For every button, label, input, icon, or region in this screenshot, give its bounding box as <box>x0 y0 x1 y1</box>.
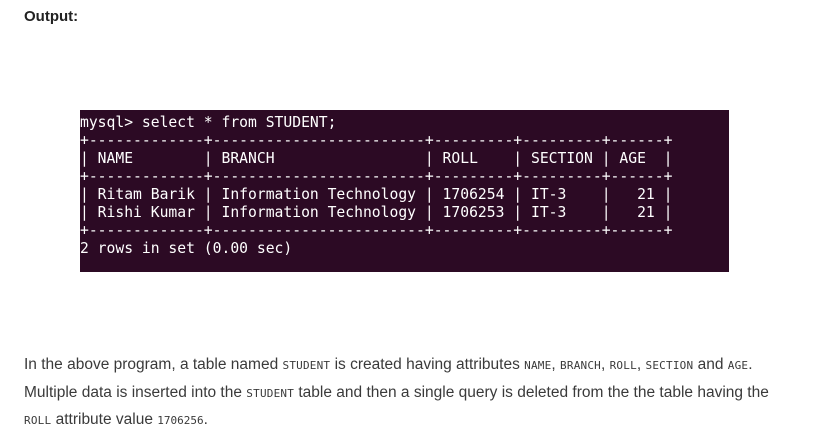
table-row: | Rishi Kumar | Information Technology |… <box>80 204 673 221</box>
attribute-roll-code: ROLL <box>609 359 637 372</box>
description-text: , <box>600 356 610 373</box>
table-border-header: +-------------+------------------------+… <box>80 168 673 185</box>
description-text: and <box>693 356 728 373</box>
description-text: attribute value <box>51 411 158 428</box>
table-name-code: STUDENT <box>246 386 295 400</box>
description-paragraph: In the above program, a table named STUD… <box>24 352 790 435</box>
description-text: table and then a single query is deleted… <box>294 383 769 401</box>
terminal-command-line: mysql> select * from STUDENT; <box>80 114 337 131</box>
table-name-code: STUDENT <box>282 359 331 372</box>
description-text: is created having attributes <box>330 356 525 373</box>
table-border-top: +-------------+------------------------+… <box>80 132 673 149</box>
attribute-name-code: NAME <box>524 359 552 372</box>
terminal-output-window: mysql> select * from STUDENT; +---------… <box>80 110 729 272</box>
roll-value-code: 1706256 <box>157 414 204 427</box>
description-text: In the above program, a table named <box>24 356 283 373</box>
table-header-row: | NAME | BRANCH | ROLL | SECTION | AGE | <box>80 150 673 167</box>
attribute-age-code: AGE <box>727 359 749 372</box>
attribute-branch-code: BRANCH <box>560 359 601 372</box>
table-border-bottom: +-------------+------------------------+… <box>80 222 673 239</box>
result-summary-line: 2 rows in set (0.00 sec) <box>80 240 293 257</box>
description-text: . <box>203 411 208 428</box>
attribute-roll-code: ROLL <box>24 414 52 427</box>
output-heading: Output: <box>24 8 79 25</box>
description-text: , <box>636 356 646 373</box>
description-text: , <box>551 356 561 373</box>
attribute-section-code: SECTION <box>645 359 694 372</box>
table-row: | Ritam Barik | Information Technology |… <box>80 186 673 203</box>
